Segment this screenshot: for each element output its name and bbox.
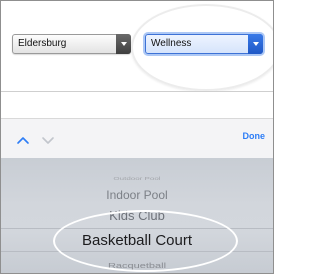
picker-item[interactable]: Outdoor Pool	[1, 176, 273, 181]
picker-toolbar: Done	[1, 118, 273, 158]
picker-wheel[interactable]: Outdoor Pool Indoor Pool Kids Club Baske…	[1, 158, 273, 273]
form-area: Eldersburg Wellness	[1, 1, 273, 91]
highlight-ellipse-bottom	[53, 210, 238, 272]
done-button[interactable]: Done	[243, 131, 266, 141]
blank-area	[1, 92, 273, 118]
location-select[interactable]: Eldersburg	[12, 34, 131, 54]
location-select-dropdown-icon[interactable]	[116, 34, 131, 54]
chevron-down-icon[interactable]	[41, 132, 55, 150]
chevron-up-icon[interactable]	[16, 132, 30, 150]
picker-item[interactable]: Indoor Pool	[1, 188, 273, 202]
highlight-ellipse-top	[131, 4, 273, 91]
location-select-value: Eldersburg	[18, 38, 67, 49]
screenshot-frame: Eldersburg Wellness Done Outdoor Pool In…	[0, 0, 274, 274]
